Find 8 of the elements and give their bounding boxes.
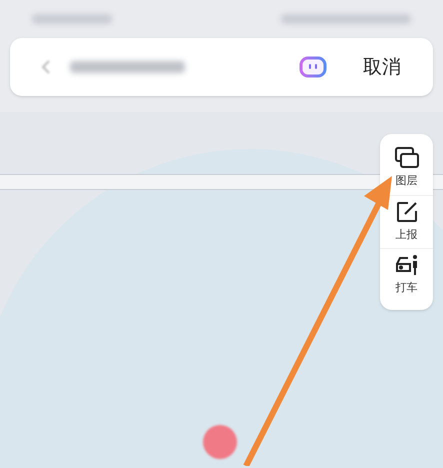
edit-icon <box>396 200 418 222</box>
layers-icon <box>394 147 418 169</box>
car-person-icon <box>394 254 418 276</box>
cancel-button[interactable]: 取消 <box>363 52 401 82</box>
map-tool-button[interactable]: 图层 <box>380 142 433 194</box>
search-bar[interactable]: 取消 <box>10 38 433 96</box>
map-tool-button[interactable]: 打车 <box>380 248 433 302</box>
robot-face-icon[interactable] <box>299 56 327 78</box>
